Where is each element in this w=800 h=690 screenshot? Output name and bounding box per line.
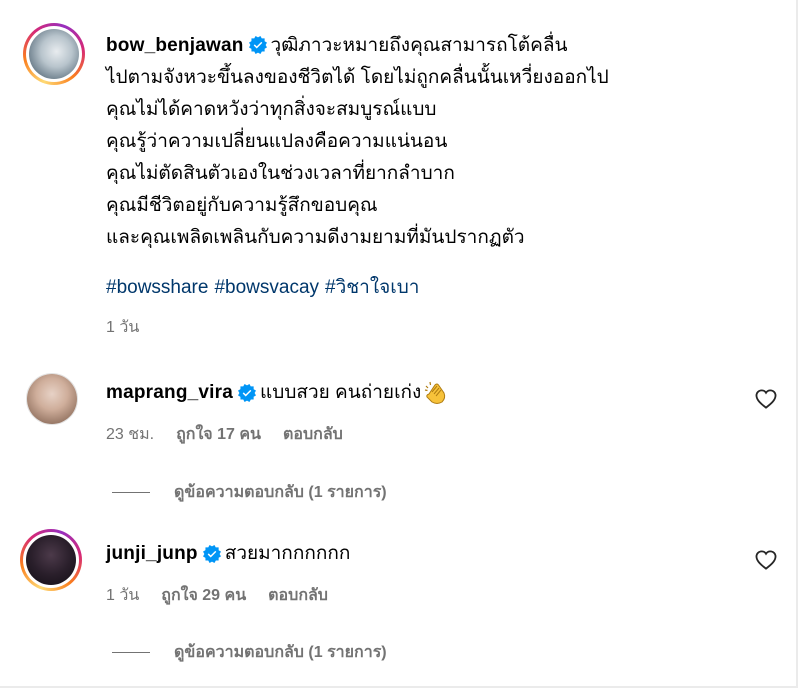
post-meta: 1 วัน bbox=[106, 315, 139, 340]
replies-divider bbox=[112, 492, 150, 493]
caption-line-5: คุณไม่ตัดสินตัวเองในช่วงเวลาที่ยากลำบาก bbox=[106, 163, 455, 184]
caption-line-4: คุณรู้ว่าความเปลี่ยนแปลงคือความแน่นอน bbox=[106, 131, 448, 152]
reply-button[interactable]: ตอบกลับ bbox=[268, 583, 328, 608]
caption-line-1: วุฒิภาวะหมายถึงคุณสามารถโต้คลื่น bbox=[270, 35, 568, 56]
comment-body: junji_junp สวยมากกกกกก bbox=[106, 538, 350, 570]
comment-meta: 23 ชม. ถูกใจ 17 คน ตอบกลับ bbox=[106, 422, 343, 447]
hashtag-link[interactable]: #วิชาใจเบา bbox=[325, 277, 419, 298]
view-replies-label: ดูข้อความตอบกลับ (1 รายการ) bbox=[174, 644, 387, 661]
caption-line-6: คุณมีชีวิตอยู่กับความรู้สึกขอบคุณ bbox=[106, 195, 378, 216]
clapping-hands-icon bbox=[425, 381, 446, 404]
verified-badge-icon bbox=[238, 384, 257, 402]
avatar-image bbox=[27, 374, 77, 424]
comment-text: สวยมากกกกกก bbox=[224, 543, 351, 564]
post-caption: bow_benjawan วุฒิภาวะหมายถึงคุณสามารถโต้ค… bbox=[106, 30, 756, 254]
comment-avatar[interactable] bbox=[20, 529, 82, 591]
hashtag-list: #bowsshare #bowsvacay #วิชาใจเบา bbox=[106, 272, 425, 302]
comment-avatar[interactable] bbox=[26, 373, 78, 425]
comment-username[interactable]: maprang_vira bbox=[106, 382, 233, 404]
verified-badge-icon bbox=[248, 36, 267, 54]
comment-text: แบบสวย คนถ่ายเก่ง bbox=[260, 382, 422, 403]
post-time[interactable]: 1 วัน bbox=[106, 315, 139, 340]
comments-panel: bow_benjawan วุฒิภาวะหมายถึงคุณสามารถโต้ค… bbox=[0, 0, 798, 688]
view-replies-button[interactable]: ดูข้อความตอบกลับ (1 รายการ) bbox=[112, 480, 387, 505]
view-replies-label: ดูข้อความตอบกลับ (1 รายการ) bbox=[174, 484, 387, 501]
comment-body: maprang_vira แบบสวย คนถ่ายเก่ง bbox=[106, 377, 449, 409]
comment-time[interactable]: 23 ชม. bbox=[106, 422, 154, 447]
heart-outline-icon[interactable] bbox=[755, 389, 777, 409]
avatar-image bbox=[29, 29, 79, 79]
reply-button[interactable]: ตอบกลับ bbox=[283, 422, 343, 447]
comment-likes[interactable]: ถูกใจ 17 คน bbox=[176, 422, 261, 447]
comment-likes[interactable]: ถูกใจ 29 คน bbox=[161, 583, 246, 608]
comment-username[interactable]: junji_junp bbox=[106, 543, 198, 565]
hashtag-link[interactable]: #bowsvacay bbox=[214, 277, 319, 298]
comment-meta: 1 วัน ถูกใจ 29 คน ตอบกลับ bbox=[106, 583, 328, 608]
caption-first-line: bow_benjawan วุฒิภาวะหมายถึงคุณสามารถโต้ค… bbox=[106, 30, 756, 62]
verified-badge-icon bbox=[202, 545, 221, 563]
avatar-image bbox=[26, 535, 76, 585]
heart-outline-icon[interactable] bbox=[755, 550, 777, 570]
caption-line-2: ไปตามจังหวะขึ้นลงของชีวิตได้ โดยไม่ถูกคล… bbox=[106, 67, 609, 88]
caption-line-3: คุณไม่ได้คาดหวังว่าทุกสิ่งจะสมบูรณ์แบบ bbox=[106, 99, 437, 120]
post-author-avatar[interactable] bbox=[23, 23, 85, 85]
comment-time[interactable]: 1 วัน bbox=[106, 583, 139, 608]
post-username[interactable]: bow_benjawan bbox=[106, 35, 244, 56]
hashtag-link[interactable]: #bowsshare bbox=[106, 277, 208, 298]
view-replies-button[interactable]: ดูข้อความตอบกลับ (1 รายการ) bbox=[112, 640, 387, 665]
replies-divider bbox=[112, 652, 150, 653]
caption-line-7: และคุณเพลิดเพลินกับความดีงามยามที่มันปรา… bbox=[106, 227, 525, 248]
